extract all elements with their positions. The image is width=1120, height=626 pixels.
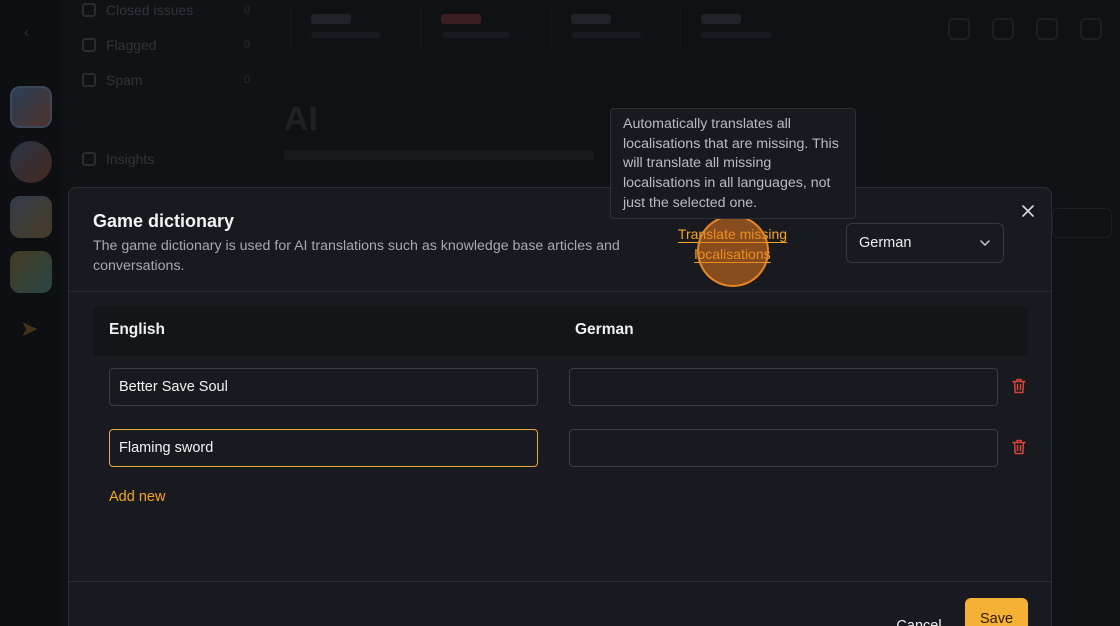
game-dictionary-modal: Game dictionary The game dictionary is u… bbox=[68, 187, 1052, 626]
language-select[interactable]: German bbox=[846, 223, 1004, 263]
add-new-button[interactable]: Add new bbox=[109, 489, 165, 505]
german-term-input[interactable] bbox=[569, 429, 998, 467]
trash-icon[interactable] bbox=[1012, 439, 1026, 455]
english-term-input[interactable] bbox=[109, 368, 538, 406]
translate-link-line1: Translate missing bbox=[677, 226, 788, 242]
column-header-english: English bbox=[109, 321, 165, 338]
dictionary-row bbox=[93, 368, 1028, 406]
translate-link-line2: localisations bbox=[694, 246, 771, 262]
translate-tooltip: Automatically translates all localisatio… bbox=[610, 108, 856, 219]
language-select-value: German bbox=[859, 235, 912, 251]
cancel-button[interactable]: Cancel bbox=[881, 608, 957, 626]
modal-description: The game dictionary is used for AI trans… bbox=[93, 238, 620, 274]
chevron-down-icon bbox=[980, 240, 990, 246]
close-icon[interactable] bbox=[1019, 202, 1037, 220]
german-term-input[interactable] bbox=[569, 368, 998, 406]
trash-icon[interactable] bbox=[1012, 378, 1026, 394]
modal-header: Game dictionary The game dictionary is u… bbox=[69, 188, 1051, 292]
dictionary-table-header: English German bbox=[93, 306, 1028, 356]
column-header-german: German bbox=[575, 321, 634, 338]
translate-missing-link[interactable]: Translate missing localisations bbox=[667, 224, 798, 264]
save-button[interactable]: Save bbox=[965, 598, 1028, 626]
modal-title: Game dictionary bbox=[93, 211, 235, 231]
english-term-input[interactable] bbox=[109, 429, 538, 467]
dictionary-row bbox=[93, 429, 1028, 467]
footer-divider bbox=[69, 581, 1051, 582]
